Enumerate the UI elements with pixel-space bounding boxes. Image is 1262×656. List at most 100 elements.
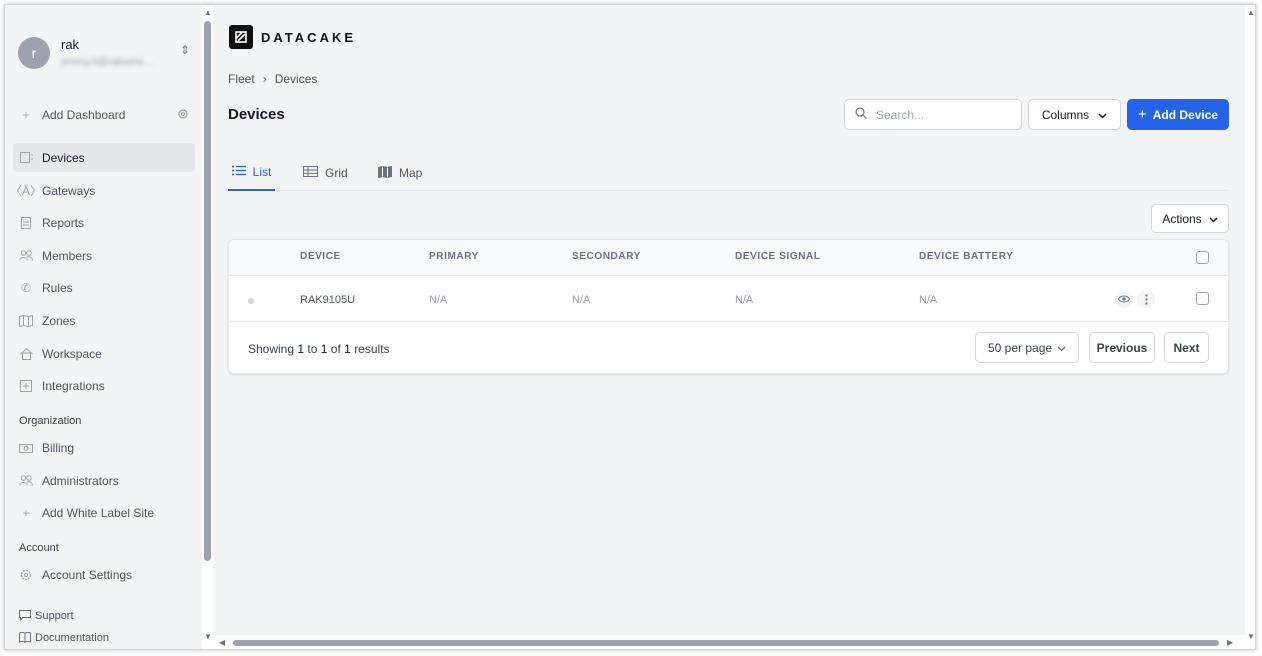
members-icon xyxy=(19,249,33,263)
horizontal-scroll-thumb[interactable] xyxy=(233,640,1219,646)
sidebar: r rak jimmy.li@rakwire... ⇕ + Add Dashbo… xyxy=(5,5,202,649)
actions-label: Actions xyxy=(1162,211,1202,226)
chevron-right-icon: › xyxy=(262,72,267,86)
devices-table: DEVICE PRIMARY SECONDARY DEVICE SIGNAL D… xyxy=(228,239,1229,374)
section-organization: Organization xyxy=(19,415,82,427)
column-header-primary[interactable]: PRIMARY xyxy=(429,251,479,262)
breadcrumb: Fleet › Devices xyxy=(228,72,317,86)
row-checkbox[interactable] xyxy=(1196,292,1209,305)
sidebar-item-zones[interactable]: Zones xyxy=(13,306,195,335)
datacake-logo-icon xyxy=(229,25,253,49)
per-page-select[interactable]: 50 per page xyxy=(975,332,1079,363)
sidebar-item-label: Devices xyxy=(42,150,85,165)
view-tabs: List Grid Map xyxy=(228,155,1229,191)
sidebar-item-reports[interactable]: Reports xyxy=(13,208,195,237)
results-text: results xyxy=(354,342,390,356)
sidebar-item-add-white-label-site[interactable]: + Add White Label Site xyxy=(13,498,195,527)
breadcrumb-fleet[interactable]: Fleet xyxy=(228,72,255,86)
tab-list[interactable]: List xyxy=(228,155,275,191)
results-total: 1 xyxy=(344,342,351,356)
tab-grid[interactable]: Grid xyxy=(303,155,348,191)
status-dot xyxy=(248,298,254,304)
signal-value: N/A xyxy=(735,294,754,306)
previous-button[interactable]: Previous xyxy=(1089,332,1155,363)
column-header-device-battery[interactable]: DEVICE BATTERY xyxy=(919,251,1014,262)
gear-icon[interactable] xyxy=(177,108,189,123)
add-device-button[interactable]: + Add Device xyxy=(1127,99,1229,130)
gear-icon xyxy=(19,568,33,582)
results-to: 1 xyxy=(320,342,328,356)
sidebar-item-label: Gateways xyxy=(42,183,96,198)
sidebar-item-gateways[interactable]: 〈Å〉 Gateways xyxy=(10,176,195,205)
sidebar-item-label: Account Settings xyxy=(42,567,133,582)
sidebar-item-label: Members xyxy=(42,248,93,263)
sidebar-item-billing[interactable]: Billing xyxy=(13,433,195,462)
sidebar-item-integrations[interactable]: Integrations xyxy=(13,371,195,400)
grid-icon xyxy=(303,166,318,180)
actions-button[interactable]: Actions xyxy=(1151,204,1229,233)
scroll-down-arrow-icon[interactable]: ▼ xyxy=(1247,633,1255,641)
sidebar-item-devices[interactable]: Devices xyxy=(13,143,195,172)
scroll-up-arrow-icon[interactable]: ▲ xyxy=(204,9,212,17)
sidebar-item-members[interactable]: Members xyxy=(13,241,195,270)
main-scrollbar[interactable]: ▲ ▼ xyxy=(1245,5,1255,649)
plus-icon: + xyxy=(22,107,30,122)
sidebar-item-label: Rules xyxy=(42,280,73,295)
sidebar-item-rules[interactable]: ✆ Rules xyxy=(13,273,195,302)
sidebar-item-account-settings[interactable]: Account Settings xyxy=(13,560,195,589)
device-name[interactable]: RAK9105U xyxy=(300,294,355,306)
columns-button[interactable]: Columns xyxy=(1028,99,1121,130)
rules-icon: ✆ xyxy=(20,280,32,295)
primary-value: N/A xyxy=(429,294,448,306)
sidebar-item-label: Administrators xyxy=(42,473,119,488)
sidebar-item-label: Add White Label Site xyxy=(42,505,155,520)
brand-name: DATACAKE xyxy=(261,29,357,45)
list-icon xyxy=(231,165,246,179)
brand-logo[interactable]: DATACAKE xyxy=(229,25,356,49)
support-link[interactable]: Support xyxy=(19,610,74,622)
documentation-label: Documentation xyxy=(35,632,109,644)
tab-label: Grid xyxy=(325,166,348,180)
page-title: Devices xyxy=(228,106,285,123)
scroll-up-arrow-icon[interactable]: ▲ xyxy=(1247,9,1255,17)
select-all-checkbox[interactable] xyxy=(1196,251,1209,264)
add-dashboard-button[interactable]: + Add Dashboard xyxy=(13,100,195,129)
book-icon xyxy=(19,632,31,644)
chevron-up-down-icon[interactable]: ⇕ xyxy=(180,43,190,57)
avatar: r xyxy=(18,37,50,69)
eye-icon[interactable] xyxy=(1115,290,1133,308)
scroll-right-arrow-icon[interactable]: ▶ xyxy=(1227,639,1233,647)
scroll-left-arrow-icon[interactable]: ◀ xyxy=(219,639,225,647)
table-row[interactable]: RAK9105U N/A N/A N/A N/A xyxy=(229,277,1228,322)
tab-map[interactable]: Map xyxy=(378,155,422,191)
user-switcher[interactable]: r rak jimmy.li@rakwire... ⇕ xyxy=(18,35,190,79)
documentation-link[interactable]: Documentation xyxy=(19,632,109,644)
column-header-secondary[interactable]: SECONDARY xyxy=(572,251,641,262)
sidebar-item-label: Workspace xyxy=(42,346,102,361)
sidebar-scroll-thumb[interactable] xyxy=(204,21,211,561)
results-from: 1 xyxy=(297,342,305,356)
sidebar-item-workspace[interactable]: Workspace xyxy=(13,339,195,368)
sidebar-item-administrators[interactable]: Administrators xyxy=(13,466,195,495)
search-input[interactable] xyxy=(876,107,1006,122)
map-icon xyxy=(19,314,33,328)
tab-label: Map xyxy=(399,166,423,180)
next-button[interactable]: Next xyxy=(1164,332,1209,363)
sidebar-item-label: Reports xyxy=(42,215,85,230)
column-header-device-signal[interactable]: DEVICE SIGNAL xyxy=(735,251,821,262)
per-page-value: 50 per page xyxy=(988,340,1053,355)
sidebar-scrollbar[interactable]: ▲ ▼ xyxy=(202,5,213,649)
devices-icon xyxy=(19,151,33,165)
chevron-down-icon xyxy=(1057,341,1066,355)
breadcrumb-devices[interactable]: Devices xyxy=(275,72,318,86)
map-icon xyxy=(378,165,392,181)
column-header-device[interactable]: DEVICE xyxy=(300,251,341,262)
table-footer: Showing 1 to 1 of 1 results 50 per page … xyxy=(229,323,1228,374)
report-icon xyxy=(19,216,33,230)
sidebar-item-label: Integrations xyxy=(42,378,105,393)
more-vertical-icon[interactable] xyxy=(1137,290,1155,308)
admins-icon xyxy=(19,474,33,488)
search-box[interactable] xyxy=(844,99,1022,130)
horizontal-scrollbar[interactable]: ◀ ▶ xyxy=(213,635,1245,649)
scroll-down-arrow-icon[interactable]: ▼ xyxy=(204,633,212,641)
